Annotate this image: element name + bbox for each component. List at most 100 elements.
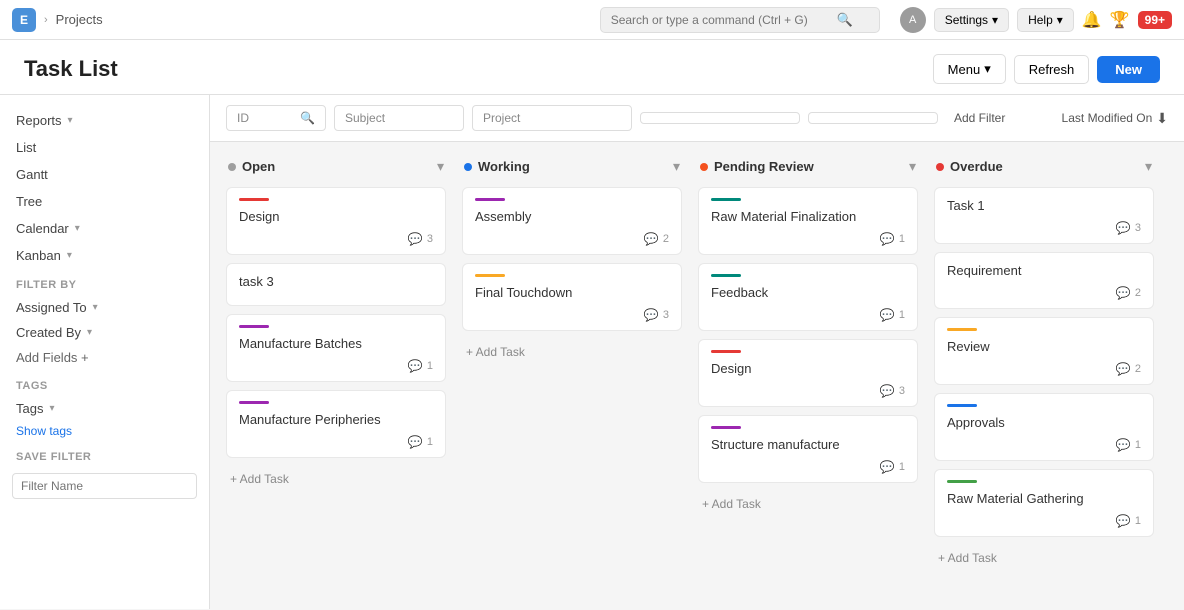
search-icon: 🔍 — [837, 12, 853, 28]
kanban-card[interactable]: Final Touchdown 💬 3 — [462, 263, 682, 331]
add-task-working[interactable]: + Add Task — [462, 339, 682, 365]
card-priority-bar — [239, 198, 269, 201]
kanban-col-working: Working ▾ Assembly 💬 2 Final Touchdown 💬… — [462, 154, 682, 365]
col-dot-working — [464, 163, 472, 171]
comment-count: 1 — [1135, 515, 1141, 527]
extra-filter-1[interactable] — [640, 112, 800, 124]
kanban-card[interactable]: Task 1 💬 3 — [934, 187, 1154, 244]
comment-count: 3 — [899, 385, 905, 397]
kanban-card[interactable]: Approvals 💬 1 — [934, 393, 1154, 461]
add-task-open[interactable]: + Add Task — [226, 466, 446, 492]
card-footer: 💬 1 — [947, 438, 1141, 452]
card-priority-bar — [711, 274, 741, 277]
sidebar-item-reports[interactable]: Reports ▾ — [0, 107, 209, 134]
col-menu-working[interactable]: ▾ — [673, 158, 680, 175]
app-icon: E — [12, 8, 36, 32]
badge-count[interactable]: 99+ — [1138, 11, 1172, 29]
kanban-card[interactable]: Design 💬 3 — [226, 187, 446, 255]
help-button[interactable]: Help ▾ — [1017, 8, 1074, 32]
comment-count: 1 — [899, 233, 905, 245]
last-modified-sort[interactable]: Last Modified On ⬇ — [1062, 110, 1168, 127]
kanban-card[interactable]: Manufacture Peripheries 💬 1 — [226, 390, 446, 458]
kanban-card[interactable]: task 3 — [226, 263, 446, 306]
breadcrumb-projects[interactable]: Projects — [56, 12, 103, 27]
col-dot-pending-review — [700, 163, 708, 171]
id-filter[interactable]: ID 🔍 — [226, 105, 326, 131]
avatar: A — [900, 7, 926, 33]
card-title: Approvals — [947, 415, 1141, 430]
card-title: Assembly — [475, 209, 669, 224]
search-input[interactable] — [611, 13, 831, 27]
sidebar-item-kanban[interactable]: Kanban ▾ — [0, 242, 209, 269]
kanban-col-overdue: Overdue ▾ Task 1 💬 3 Requirement 💬 2 Rev… — [934, 154, 1154, 571]
card-title: Manufacture Batches — [239, 336, 433, 351]
comment-count: 1 — [899, 461, 905, 473]
card-footer: 💬 1 — [947, 514, 1141, 528]
card-priority-bar — [947, 404, 977, 407]
col-menu-pending-review[interactable]: ▾ — [909, 158, 916, 175]
col-menu-open[interactable]: ▾ — [437, 158, 444, 175]
card-priority-bar — [239, 325, 269, 328]
card-title: Requirement — [947, 263, 1141, 278]
kanban-board: Open ▾ Design 💬 3 task 3 Manufacture Bat… — [210, 142, 1184, 609]
kanban-card[interactable]: Manufacture Batches 💬 1 — [226, 314, 446, 382]
project-filter[interactable]: Project — [472, 105, 632, 131]
col-header-working: Working ▾ — [462, 154, 682, 179]
comment-icon: 💬 — [408, 359, 423, 373]
created-by-filter[interactable]: Created By ▾ — [0, 320, 209, 345]
kanban-card[interactable]: Review 💬 2 — [934, 317, 1154, 385]
col-menu-overdue[interactable]: ▾ — [1145, 158, 1152, 175]
sidebar-item-list[interactable]: List — [0, 134, 209, 161]
filter-bar: ID 🔍 Subject Project Add Filter Last Mod… — [210, 95, 1184, 142]
new-button[interactable]: New — [1097, 56, 1160, 83]
comment-icon: 💬 — [408, 232, 423, 246]
sidebar: Reports ▾ List Gantt Tree Calendar ▾ Kan… — [0, 95, 210, 609]
subject-filter[interactable]: Subject — [334, 105, 464, 131]
assigned-to-filter[interactable]: Assigned To ▾ — [0, 295, 209, 320]
show-tags-button[interactable]: Show tags — [0, 421, 209, 441]
card-footer: 💬 2 — [947, 286, 1141, 300]
card-footer: 💬 3 — [947, 221, 1141, 235]
comment-icon: 💬 — [1116, 438, 1131, 452]
kanban-card[interactable]: Feedback 💬 1 — [698, 263, 918, 331]
kanban-card[interactable]: Structure manufacture 💬 1 — [698, 415, 918, 483]
card-title: Manufacture Peripheries — [239, 412, 433, 427]
comment-icon: 💬 — [1116, 514, 1131, 528]
card-title: Design — [239, 209, 433, 224]
tags-filter[interactable]: Tags ▾ — [0, 396, 209, 421]
sidebar-item-tree[interactable]: Tree — [0, 188, 209, 215]
refresh-button[interactable]: Refresh — [1014, 55, 1090, 84]
kanban-card[interactable]: Assembly 💬 2 — [462, 187, 682, 255]
sort-icon: ⬇ — [1156, 110, 1168, 127]
card-footer: 💬 3 — [475, 308, 669, 322]
kanban-card[interactable]: Raw Material Gathering 💬 1 — [934, 469, 1154, 537]
notification-icon[interactable]: 🔔 — [1082, 10, 1102, 30]
comment-icon: 💬 — [880, 460, 895, 474]
col-header-open: Open ▾ — [226, 154, 446, 179]
trophy-icon[interactable]: 🏆 — [1110, 10, 1130, 30]
top-nav: E › Projects 🔍 A Settings ▾ Help ▾ 🔔 🏆 9… — [0, 0, 1184, 40]
kanban-col-pending-review: Pending Review ▾ Raw Material Finalizati… — [698, 154, 918, 517]
col-header-overdue: Overdue ▾ — [934, 154, 1154, 179]
add-task-pending-review[interactable]: + Add Task — [698, 491, 918, 517]
search-bar[interactable]: 🔍 — [600, 7, 880, 33]
card-priority-bar — [239, 401, 269, 404]
add-fields-button[interactable]: Add Fields + — [0, 345, 209, 370]
kanban-card[interactable]: Requirement 💬 2 — [934, 252, 1154, 309]
menu-button[interactable]: Menu ▾ — [933, 54, 1006, 84]
col-title-working: Working — [478, 159, 667, 174]
page-header: Task List Menu ▾ Refresh New — [0, 40, 1184, 95]
filter-name-input[interactable] — [12, 473, 197, 499]
sidebar-item-calendar[interactable]: Calendar ▾ — [0, 215, 209, 242]
sidebar-item-gantt[interactable]: Gantt — [0, 161, 209, 188]
card-footer: 💬 2 — [475, 232, 669, 246]
kanban-card[interactable]: Raw Material Finalization 💬 1 — [698, 187, 918, 255]
extra-filter-2[interactable] — [808, 112, 938, 124]
card-footer: 💬 1 — [711, 308, 905, 322]
card-priority-bar — [475, 198, 505, 201]
settings-button[interactable]: Settings ▾ — [934, 8, 1009, 32]
add-task-overdue[interactable]: + Add Task — [934, 545, 1154, 571]
kanban-card[interactable]: Design 💬 3 — [698, 339, 918, 407]
add-filter-button[interactable]: Add Filter — [946, 107, 1013, 129]
col-dot-open — [228, 163, 236, 171]
